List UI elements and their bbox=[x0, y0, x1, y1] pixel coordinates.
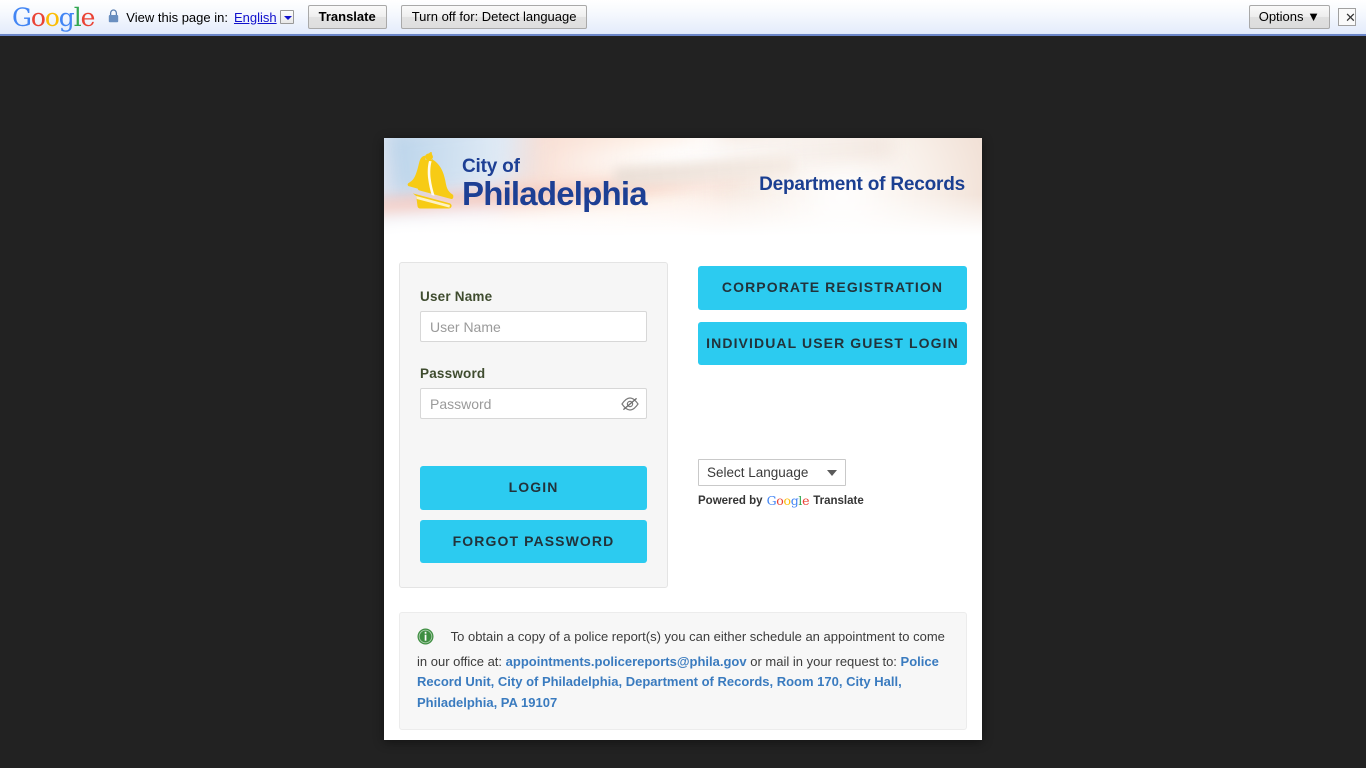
username-label: User Name bbox=[420, 289, 493, 304]
city-logo[interactable]: City of Philadelphia bbox=[404, 152, 648, 214]
google-translate-bar: Google View this page in: English Transl… bbox=[0, 0, 1366, 36]
chevron-down-icon bbox=[827, 469, 837, 476]
translate-word-label: Translate bbox=[813, 494, 864, 507]
google-logo: Google bbox=[12, 2, 95, 32]
translate-button[interactable]: Translate bbox=[307, 5, 387, 29]
password-input[interactable] bbox=[420, 388, 647, 419]
department-title: Department of Records bbox=[759, 174, 965, 195]
turn-off-translation-button[interactable]: Turn off for: Detect language bbox=[400, 5, 588, 29]
view-page-in-label: View this page in: bbox=[126, 9, 228, 25]
login-button[interactable]: LOGIN bbox=[420, 466, 647, 510]
login-card: City of Philadelphia Department of Recor… bbox=[384, 138, 982, 740]
translate-bar-right: Options ▼ ✕ bbox=[1248, 5, 1366, 29]
username-input[interactable] bbox=[420, 311, 647, 342]
info-circle-icon bbox=[417, 628, 438, 648]
corporate-registration-button[interactable]: CORPORATE REGISTRATION bbox=[698, 266, 967, 310]
powered-by-label: Powered by bbox=[698, 494, 763, 507]
close-icon[interactable]: ✕ bbox=[1338, 8, 1356, 26]
individual-guest-login-button[interactable]: INDIVIDUAL USER GUEST LOGIN bbox=[698, 321, 967, 365]
options-button[interactable]: Options ▼ bbox=[1248, 5, 1330, 29]
card-body: User Name Password LOGIN bbox=[384, 236, 982, 588]
source-language-link[interactable]: English bbox=[234, 9, 294, 25]
select-language-dropdown[interactable]: Select Language bbox=[698, 459, 846, 486]
appointments-email-link[interactable]: appointments.policereports@phila.gov bbox=[506, 654, 747, 669]
password-field-wrapper bbox=[420, 388, 647, 419]
translate-bar-left: Google View this page in: English Transl… bbox=[0, 5, 1249, 30]
forgot-password-button[interactable]: FORGOT PASSWORD bbox=[420, 519, 647, 563]
notice-text-part2: or mail in your request to: bbox=[750, 653, 897, 669]
login-panel: User Name Password LOGIN bbox=[399, 262, 668, 588]
wordmark-city-of: City of bbox=[462, 155, 520, 177]
lock-icon bbox=[108, 8, 119, 26]
city-wordmark: City of Philadelphia bbox=[462, 155, 648, 212]
chevron-down-icon[interactable] bbox=[279, 9, 294, 24]
police-report-notice: To obtain a copy of a police report(s) y… bbox=[399, 612, 967, 731]
site-header-banner: City of Philadelphia Department of Recor… bbox=[384, 138, 982, 236]
password-label: Password bbox=[420, 366, 486, 381]
two-column-layout: User Name Password LOGIN bbox=[399, 262, 967, 588]
select-language-value: Select Language bbox=[707, 465, 809, 480]
right-column: CORPORATE REGISTRATION INDIVIDUAL USER G… bbox=[698, 262, 967, 508]
wordmark-philadelphia: Philadelphia bbox=[462, 174, 648, 212]
powered-by-google-translate: Powered by Google Translate bbox=[698, 493, 967, 508]
liberty-bell-icon bbox=[407, 152, 454, 209]
eye-slash-icon[interactable] bbox=[620, 396, 640, 412]
google-logo-small: Google bbox=[766, 493, 810, 508]
google-translate-widget: Select Language Powered by Google Transl… bbox=[698, 459, 967, 508]
